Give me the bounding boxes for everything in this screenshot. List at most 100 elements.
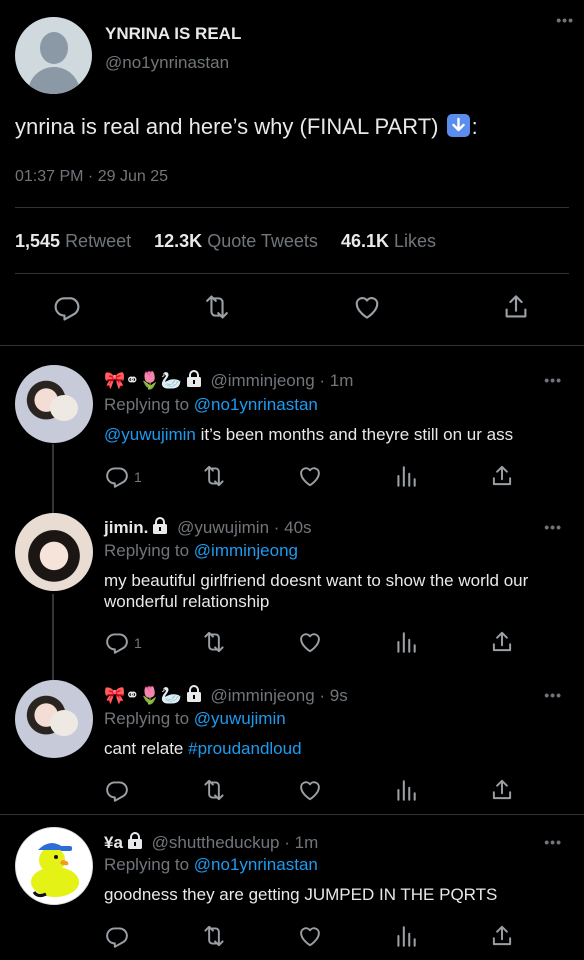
retweet-icon[interactable] bbox=[200, 777, 228, 808]
reply-handle[interactable]: @shuttheduckup bbox=[152, 833, 280, 852]
tweet-text-body: ynrina is real and here’s why (FINAL PAR… bbox=[15, 114, 439, 139]
reply-handle[interactable]: @imminjeong bbox=[210, 371, 314, 390]
share-icon[interactable] bbox=[489, 777, 515, 808]
lock-icon bbox=[186, 685, 201, 702]
reply-icon[interactable] bbox=[104, 463, 130, 494]
lock-icon bbox=[186, 370, 201, 387]
divider bbox=[15, 273, 569, 274]
heart-icon[interactable] bbox=[296, 629, 324, 660]
heart-icon[interactable] bbox=[296, 777, 324, 808]
avatar[interactable] bbox=[15, 827, 93, 905]
retweet-icon[interactable] bbox=[200, 463, 228, 494]
replying-to: Replying to @no1ynrinastan bbox=[104, 855, 318, 875]
reply-time[interactable]: · 9s bbox=[319, 686, 347, 705]
replying-to: Replying to @imminjeong bbox=[104, 541, 298, 561]
replying-label: Replying to bbox=[104, 395, 190, 414]
name-emojis: 🎀⚭🌷🦢 bbox=[104, 371, 182, 390]
more-icon[interactable]: ••• bbox=[556, 12, 574, 28]
author-name[interactable]: YNRINA IS REAL bbox=[105, 24, 241, 44]
quote-count[interactable]: 12.3K bbox=[154, 231, 202, 251]
more-icon[interactable]: ••• bbox=[544, 372, 562, 388]
reply-text-body: it’s been months and theyre still on ur … bbox=[195, 425, 514, 444]
replying-label: Replying to bbox=[104, 855, 190, 874]
like-count[interactable]: 46.1K bbox=[341, 231, 389, 251]
lock-icon bbox=[153, 517, 168, 534]
reply-time[interactable]: · 1m bbox=[284, 833, 318, 852]
share-icon[interactable] bbox=[501, 292, 531, 327]
reply-action-bar bbox=[0, 777, 584, 803]
analytics-icon[interactable] bbox=[393, 923, 419, 954]
reply-author[interactable]: ¥a @shuttheduckup · 1m bbox=[104, 832, 318, 853]
share-icon[interactable] bbox=[489, 923, 515, 954]
reply-text: goodness they are getting JUMPED IN THE … bbox=[104, 885, 498, 904]
share-icon[interactable] bbox=[489, 463, 515, 494]
reply-handle[interactable]: @imminjeong bbox=[210, 686, 314, 705]
divider bbox=[0, 814, 584, 815]
duck-avatar-icon bbox=[31, 843, 79, 898]
more-icon[interactable]: ••• bbox=[544, 519, 562, 535]
divider bbox=[0, 345, 584, 346]
name-emojis: 🎀⚭🌷🦢 bbox=[104, 686, 182, 705]
reply-action-bar bbox=[0, 923, 584, 949]
reply-author[interactable]: jimin. @yuwujimin · 40s bbox=[104, 517, 312, 538]
reply-text: @yuwujimin it’s been months and theyre s… bbox=[104, 424, 564, 445]
reply-icon[interactable] bbox=[104, 777, 130, 808]
replying-to-handle[interactable]: @no1ynrinastan bbox=[194, 395, 318, 414]
down-arrow-emoji-icon bbox=[446, 114, 470, 137]
replying-label: Replying to bbox=[104, 541, 190, 560]
replying-to-handle[interactable]: @imminjeong bbox=[194, 541, 298, 560]
tweet-stats: 1,545 Retweet 12.3K Quote Tweets 46.1K L… bbox=[15, 231, 454, 252]
author-handle[interactable]: @no1ynrinastan bbox=[105, 53, 229, 73]
reply-author[interactable]: 🎀⚭🌷🦢 @imminjeong · 1m bbox=[104, 370, 353, 391]
divider bbox=[15, 207, 569, 208]
reply-icon[interactable] bbox=[104, 629, 130, 660]
reply-icon[interactable] bbox=[52, 292, 82, 327]
tweet-action-bar bbox=[0, 292, 584, 326]
analytics-icon[interactable] bbox=[393, 777, 419, 808]
avatar[interactable] bbox=[15, 513, 93, 591]
analytics-icon[interactable] bbox=[393, 629, 419, 660]
reply-handle[interactable]: @yuwujimin bbox=[177, 518, 269, 537]
retweet-count[interactable]: 1,545 bbox=[15, 231, 60, 251]
avatar[interactable] bbox=[15, 17, 92, 94]
reply-action-bar: 1 bbox=[0, 629, 584, 655]
reply-time[interactable]: · 40s bbox=[274, 518, 312, 537]
retweet-icon[interactable] bbox=[201, 292, 233, 327]
reply-text: cant relate #proudandloud bbox=[104, 738, 564, 759]
analytics-icon[interactable] bbox=[393, 463, 419, 494]
reply-count: 1 bbox=[134, 469, 142, 485]
replying-to: Replying to @no1ynrinastan bbox=[104, 395, 318, 415]
reply-text: my beautiful girlfriend doesnt want to s… bbox=[104, 571, 529, 611]
lock-icon bbox=[127, 832, 142, 849]
replying-to-handle[interactable]: @no1ynrinastan bbox=[194, 855, 318, 874]
share-icon[interactable] bbox=[489, 629, 515, 660]
replying-to: Replying to @yuwujimin bbox=[104, 709, 286, 729]
reply-author-name[interactable]: jimin. bbox=[104, 518, 148, 537]
reply-author[interactable]: 🎀⚭🌷🦢 @imminjeong · 9s bbox=[104, 685, 348, 706]
more-icon[interactable]: ••• bbox=[544, 834, 562, 850]
heart-icon[interactable] bbox=[296, 923, 324, 954]
reply-action-bar: 1 bbox=[0, 463, 584, 489]
retweet-label[interactable]: Retweet bbox=[65, 231, 131, 251]
mention-link[interactable]: @yuwujimin bbox=[104, 425, 196, 444]
reply-time[interactable]: · 1m bbox=[319, 371, 353, 390]
reply-icon[interactable] bbox=[104, 923, 130, 954]
tweet-timestamp[interactable]: 01:37 PM · 29 Jun 25 bbox=[15, 168, 168, 186]
retweet-icon[interactable] bbox=[200, 629, 228, 660]
reply-author-name[interactable]: ¥a bbox=[104, 833, 123, 852]
main-tweet-header: YNRINA IS REAL @no1ynrinastan bbox=[15, 17, 569, 95]
heart-icon[interactable] bbox=[296, 463, 324, 494]
more-icon[interactable]: ••• bbox=[544, 687, 562, 703]
hashtag-link[interactable]: #proudandloud bbox=[188, 739, 301, 758]
reply-count: 1 bbox=[134, 635, 142, 651]
retweet-icon[interactable] bbox=[200, 923, 228, 954]
avatar[interactable] bbox=[15, 365, 93, 443]
replying-to-handle[interactable]: @yuwujimin bbox=[194, 709, 286, 728]
quote-label[interactable]: Quote Tweets bbox=[207, 231, 318, 251]
like-label[interactable]: Likes bbox=[394, 231, 436, 251]
heart-icon[interactable] bbox=[351, 292, 383, 327]
tweet-text-suffix: : bbox=[471, 114, 478, 139]
avatar[interactable] bbox=[15, 680, 93, 758]
reply-text-body: cant relate bbox=[104, 739, 189, 758]
tweet-text: ynrina is real and here’s why (FINAL PAR… bbox=[15, 114, 478, 140]
